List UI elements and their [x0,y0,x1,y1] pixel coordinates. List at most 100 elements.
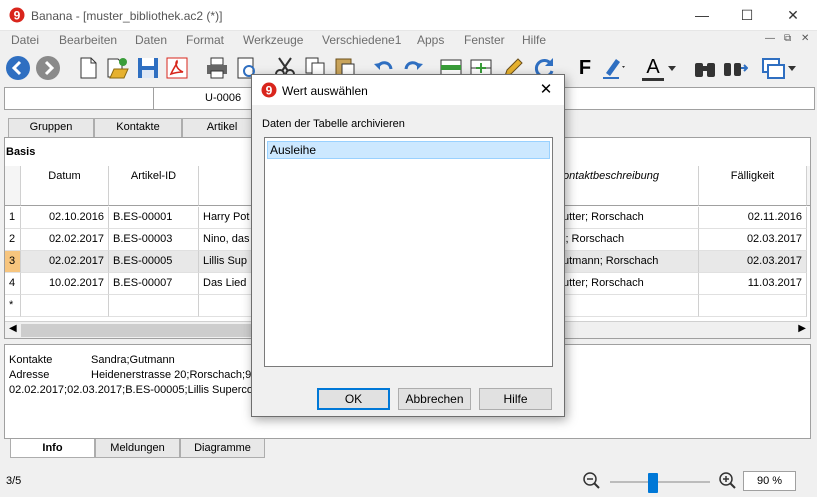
select-value-dialog: 9 Wert auswählen ✕ Daten der Tabelle arc… [251,74,565,417]
menu-fenster[interactable]: Fenster [464,33,505,47]
row-number-selected[interactable]: 3 [5,251,21,273]
menu-format[interactable]: Format [186,33,224,47]
cell-kontakt[interactable]: utter; Rorschach [561,207,699,229]
open-file-icon[interactable] [104,55,130,81]
cell-kontakt[interactable]: utmann; Rorschach [561,251,699,273]
zoom-level-field[interactable]: 90 % [743,471,796,491]
tab-artikel[interactable]: Artikel [182,118,262,137]
cell-datum[interactable]: 02.02.2017 [21,251,109,273]
dialog-label: Daten der Tabelle archivieren [262,118,405,130]
back-icon[interactable] [5,55,31,81]
highlight-icon[interactable] [600,55,626,81]
cell-datum[interactable]: 10.02.2017 [21,273,109,295]
window-switch-dropdown-icon[interactable] [786,55,798,81]
cell-faelligkeit[interactable]: 02.03.2017 [699,251,807,273]
zoom-slider-track[interactable] [610,481,710,483]
cell-artikel-id[interactable]: B.ES-00005 [109,251,199,273]
tab-meldungen[interactable]: Meldungen [95,439,180,458]
dialog-close-button[interactable]: ✕ [536,80,556,100]
mdi-minimize-button[interactable]: — [765,33,775,44]
minimize-button[interactable]: — [679,0,725,30]
scrollbar-thumb[interactable] [21,324,251,337]
dialog-title: Wert auswählen [282,84,368,98]
pdf-icon[interactable] [164,55,190,81]
save-icon[interactable] [135,55,161,81]
zoom-slider-thumb[interactable] [648,473,658,493]
scroll-right-icon[interactable]: ▶ [798,323,806,334]
ok-button[interactable]: OK [317,388,390,410]
menu-hilfe[interactable]: Hilfe [522,33,546,47]
find-next-icon[interactable] [722,55,748,81]
window-title: Banana - [muster_bibliothek.ac2 (*)] [31,9,223,23]
cell-faelligkeit[interactable]: 02.11.2016 [699,207,807,229]
cell-faelligkeit[interactable]: 02.03.2017 [699,229,807,251]
cell-kontakt[interactable]: i; Rorschach [561,229,699,251]
info-adresse-label: Adresse [9,369,50,381]
close-window-button[interactable]: ✕ [770,0,816,30]
status-bar: 3/5 90 % [0,465,817,497]
tab-info[interactable]: Info [10,439,95,458]
cancel-button[interactable]: Abbrechen [398,388,471,410]
cell-datum[interactable]: 02.10.2016 [21,207,109,229]
tab-gruppen[interactable]: Gruppen [8,118,94,137]
list-item-ausleihe[interactable]: Ausleihe [267,141,550,159]
cell-artikel-id[interactable]: B.ES-00007 [109,273,199,295]
menu-bar: Datei Bearbeiten Daten Format Werkzeuge … [0,31,817,51]
table-list[interactable]: Ausleihe [264,137,553,367]
zoom-out-icon[interactable] [582,471,600,489]
cell-faelligkeit[interactable]: 11.03.2017 [699,273,807,295]
cell-empty[interactable] [561,295,699,317]
maximize-button[interactable]: ☐ [724,0,770,30]
header-datum[interactable]: Datum [21,166,109,206]
menu-werkzeuge[interactable]: Werkzeuge [243,33,303,47]
svg-text:9: 9 [14,9,21,23]
cell-artikel-id[interactable]: B.ES-00003 [109,229,199,251]
menu-apps[interactable]: Apps [417,33,444,47]
font-color-dropdown-icon[interactable] [666,55,678,81]
menu-verschiedene1[interactable]: Verschiedene1 [322,33,401,47]
tab-kontakte[interactable]: Kontakte [94,118,182,137]
cell-empty[interactable] [21,295,109,317]
row-number[interactable]: 4 [5,273,21,295]
cell-artikel-id[interactable]: B.ES-00001 [109,207,199,229]
record-position: 3/5 [6,475,22,487]
header-artikel-id[interactable]: Artikel-ID [109,166,199,206]
cell-kontakt[interactable]: utter; Rorschach [561,273,699,295]
header-corner[interactable] [5,166,21,206]
dialog-titlebar: 9 Wert auswählen ✕ [252,75,564,105]
scroll-left-icon[interactable]: ◀ [9,323,17,334]
header-kontaktbeschreibung[interactable]: ontaktbeschreibung [561,166,699,206]
find-icon[interactable] [692,55,718,81]
info-adresse-value: Heidenerstrasse 20;Rorschach;9 [91,369,252,381]
cell-empty[interactable] [699,295,807,317]
title-bar: 9 Banana - [muster_bibliothek.ac2 (*)] —… [0,0,817,31]
forward-icon[interactable] [35,55,61,81]
mdi-close-button[interactable]: ✕ [801,33,809,44]
mdi-restore-button[interactable]: ⧉ [784,33,791,44]
menu-datei[interactable]: Datei [11,33,39,47]
row-number[interactable]: 2 [5,229,21,251]
menu-daten[interactable]: Daten [135,33,167,47]
info-kontakte-value: Sandra;Gutmann [91,354,175,366]
new-row-marker[interactable]: * [5,295,21,317]
help-button[interactable]: Hilfe [479,388,552,410]
table-view-title: Basis [6,146,36,158]
font-color-button[interactable]: A [642,55,664,81]
header-faelligkeit[interactable]: Fälligkeit [699,166,807,206]
info-kontakte-label: Kontakte [9,354,53,366]
banana-logo-icon: 9 [261,82,277,98]
cellbar-divider [153,88,154,109]
menu-bearbeiten[interactable]: Bearbeiten [59,33,117,47]
new-file-icon[interactable] [75,55,101,81]
bold-button[interactable]: F [572,55,598,81]
cell-empty[interactable] [109,295,199,317]
header-edge [807,166,810,206]
tab-diagramme[interactable]: Diagramme [180,439,265,458]
zoom-in-icon[interactable] [718,471,736,489]
print-icon[interactable] [204,55,230,81]
cell-datum[interactable]: 02.02.2017 [21,229,109,251]
row-number[interactable]: 1 [5,207,21,229]
svg-text:9: 9 [266,84,273,98]
cell-value: U-0006 [205,92,242,104]
window-switch-icon[interactable] [760,55,786,81]
